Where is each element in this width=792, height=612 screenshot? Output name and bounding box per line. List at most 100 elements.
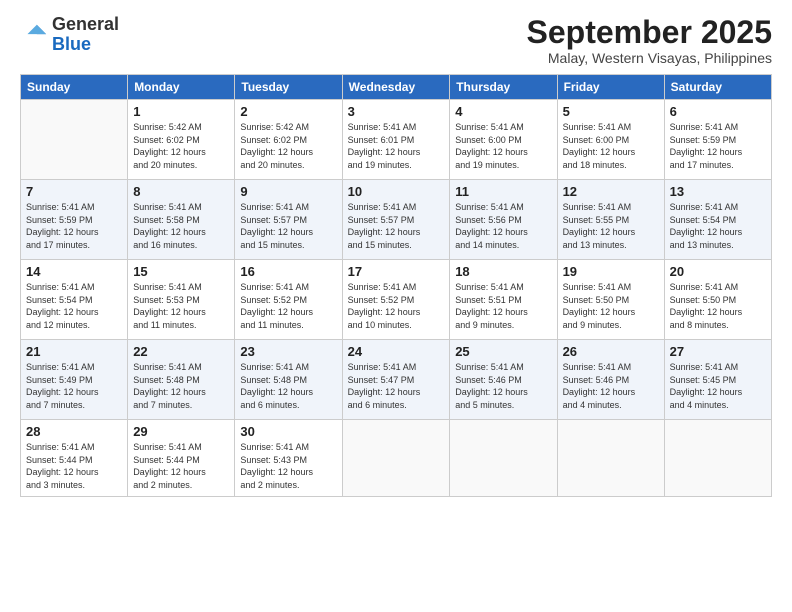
day-number: 17 bbox=[348, 264, 445, 279]
table-row: 19 Sunrise: 5:41 AM Sunset: 5:50 PM Dayli… bbox=[557, 260, 664, 340]
calendar-week-row: 21 Sunrise: 5:41 AM Sunset: 5:49 PM Dayli… bbox=[21, 340, 772, 420]
day-number: 12 bbox=[563, 184, 659, 199]
day-info: Sunrise: 5:41 AM Sunset: 5:50 PM Dayligh… bbox=[563, 281, 659, 331]
day-info: Sunrise: 5:41 AM Sunset: 5:44 PM Dayligh… bbox=[133, 441, 229, 491]
logo: General Blue bbox=[20, 15, 119, 55]
day-info: Sunrise: 5:41 AM Sunset: 6:01 PM Dayligh… bbox=[348, 121, 445, 171]
day-number: 10 bbox=[348, 184, 445, 199]
day-info: Sunrise: 5:41 AM Sunset: 5:46 PM Dayligh… bbox=[563, 361, 659, 411]
day-number: 4 bbox=[455, 104, 551, 119]
day-number: 1 bbox=[133, 104, 229, 119]
table-row: 4 Sunrise: 5:41 AM Sunset: 6:00 PM Daylig… bbox=[450, 100, 557, 180]
table-row: 11 Sunrise: 5:41 AM Sunset: 5:56 PM Dayli… bbox=[450, 180, 557, 260]
col-saturday: Saturday bbox=[664, 75, 771, 100]
table-row: 27 Sunrise: 5:41 AM Sunset: 5:45 PM Dayli… bbox=[664, 340, 771, 420]
day-number: 21 bbox=[26, 344, 122, 359]
day-info: Sunrise: 5:41 AM Sunset: 5:44 PM Dayligh… bbox=[26, 441, 122, 491]
table-row: 20 Sunrise: 5:41 AM Sunset: 5:50 PM Dayli… bbox=[664, 260, 771, 340]
table-row bbox=[342, 420, 450, 496]
table-row: 14Sunrise: 5:41 AM Sunset: 5:54 PM Dayli… bbox=[21, 260, 128, 340]
table-row: 8 Sunrise: 5:41 AM Sunset: 5:58 PM Daylig… bbox=[128, 180, 235, 260]
logo-icon bbox=[20, 21, 48, 49]
day-info: Sunrise: 5:41 AM Sunset: 5:59 PM Dayligh… bbox=[670, 121, 766, 171]
day-number: 18 bbox=[455, 264, 551, 279]
day-number: 27 bbox=[670, 344, 766, 359]
day-info: Sunrise: 5:42 AM Sunset: 6:02 PM Dayligh… bbox=[133, 121, 229, 171]
day-info: Sunrise: 5:41 AM Sunset: 5:54 PM Dayligh… bbox=[670, 201, 766, 251]
table-row: 25Sunrise: 5:41 AM Sunset: 5:46 PM Dayli… bbox=[450, 340, 557, 420]
day-number: 2 bbox=[240, 104, 336, 119]
day-info: Sunrise: 5:41 AM Sunset: 6:00 PM Dayligh… bbox=[455, 121, 551, 171]
table-row: 16Sunrise: 5:41 AM Sunset: 5:52 PM Dayli… bbox=[235, 260, 342, 340]
day-number: 7 bbox=[26, 184, 122, 199]
table-row: 29 Sunrise: 5:41 AM Sunset: 5:44 PM Dayli… bbox=[128, 420, 235, 496]
day-number: 15 bbox=[133, 264, 229, 279]
day-info: Sunrise: 5:41 AM Sunset: 5:59 PM Dayligh… bbox=[26, 201, 122, 251]
day-number: 20 bbox=[670, 264, 766, 279]
calendar-table: Sunday Monday Tuesday Wednesday Thursday… bbox=[20, 74, 772, 496]
day-number: 19 bbox=[563, 264, 659, 279]
month-title: September 2025 bbox=[527, 15, 772, 50]
day-info: Sunrise: 5:41 AM Sunset: 5:48 PM Dayligh… bbox=[133, 361, 229, 411]
calendar-week-row: 28Sunrise: 5:41 AM Sunset: 5:44 PM Dayli… bbox=[21, 420, 772, 496]
table-row: 6 Sunrise: 5:41 AM Sunset: 5:59 PM Daylig… bbox=[664, 100, 771, 180]
day-info: Sunrise: 5:41 AM Sunset: 5:46 PM Dayligh… bbox=[455, 361, 551, 411]
table-row: 7 Sunrise: 5:41 AM Sunset: 5:59 PM Daylig… bbox=[21, 180, 128, 260]
day-number: 30 bbox=[240, 424, 336, 439]
day-info: Sunrise: 5:41 AM Sunset: 5:50 PM Dayligh… bbox=[670, 281, 766, 331]
calendar-week-row: 14Sunrise: 5:41 AM Sunset: 5:54 PM Dayli… bbox=[21, 260, 772, 340]
day-info: Sunrise: 5:41 AM Sunset: 5:45 PM Dayligh… bbox=[670, 361, 766, 411]
table-row: 24Sunrise: 5:41 AM Sunset: 5:47 PM Dayli… bbox=[342, 340, 450, 420]
day-info: Sunrise: 5:41 AM Sunset: 5:52 PM Dayligh… bbox=[240, 281, 336, 331]
day-info: Sunrise: 5:41 AM Sunset: 5:57 PM Dayligh… bbox=[240, 201, 336, 251]
col-thursday: Thursday bbox=[450, 75, 557, 100]
day-info: Sunrise: 5:41 AM Sunset: 5:47 PM Dayligh… bbox=[348, 361, 445, 411]
day-number: 6 bbox=[670, 104, 766, 119]
day-info: Sunrise: 5:41 AM Sunset: 5:53 PM Dayligh… bbox=[133, 281, 229, 331]
table-row: 3 Sunrise: 5:41 AM Sunset: 6:01 PM Daylig… bbox=[342, 100, 450, 180]
table-row: 30Sunrise: 5:41 AM Sunset: 5:43 PM Dayli… bbox=[235, 420, 342, 496]
day-info: Sunrise: 5:41 AM Sunset: 5:55 PM Dayligh… bbox=[563, 201, 659, 251]
calendar-week-row: 1 Sunrise: 5:42 AM Sunset: 6:02 PM Daylig… bbox=[21, 100, 772, 180]
title-block: September 2025 Malay, Western Visayas, P… bbox=[527, 15, 772, 66]
col-tuesday: Tuesday bbox=[235, 75, 342, 100]
table-row: 17 Sunrise: 5:41 AM Sunset: 5:52 PM Dayli… bbox=[342, 260, 450, 340]
table-row: 15 Sunrise: 5:41 AM Sunset: 5:53 PM Dayli… bbox=[128, 260, 235, 340]
day-number: 9 bbox=[240, 184, 336, 199]
table-row bbox=[450, 420, 557, 496]
day-number: 3 bbox=[348, 104, 445, 119]
day-number: 26 bbox=[563, 344, 659, 359]
table-row: 2 Sunrise: 5:42 AM Sunset: 6:02 PM Daylig… bbox=[235, 100, 342, 180]
table-row: 5 Sunrise: 5:41 AM Sunset: 6:00 PM Daylig… bbox=[557, 100, 664, 180]
table-row: 1 Sunrise: 5:42 AM Sunset: 6:02 PM Daylig… bbox=[128, 100, 235, 180]
day-number: 8 bbox=[133, 184, 229, 199]
table-row: 12 Sunrise: 5:41 AM Sunset: 5:55 PM Dayli… bbox=[557, 180, 664, 260]
col-friday: Friday bbox=[557, 75, 664, 100]
day-number: 14 bbox=[26, 264, 122, 279]
day-info: Sunrise: 5:41 AM Sunset: 6:00 PM Dayligh… bbox=[563, 121, 659, 171]
table-row: 13Sunrise: 5:41 AM Sunset: 5:54 PM Dayli… bbox=[664, 180, 771, 260]
table-row: 9 Sunrise: 5:41 AM Sunset: 5:57 PM Daylig… bbox=[235, 180, 342, 260]
table-row bbox=[557, 420, 664, 496]
day-info: Sunrise: 5:41 AM Sunset: 5:57 PM Dayligh… bbox=[348, 201, 445, 251]
table-row bbox=[21, 100, 128, 180]
day-number: 29 bbox=[133, 424, 229, 439]
day-info: Sunrise: 5:41 AM Sunset: 5:51 PM Dayligh… bbox=[455, 281, 551, 331]
day-info: Sunrise: 5:41 AM Sunset: 5:58 PM Dayligh… bbox=[133, 201, 229, 251]
day-number: 23 bbox=[240, 344, 336, 359]
table-row: 26 Sunrise: 5:41 AM Sunset: 5:46 PM Dayli… bbox=[557, 340, 664, 420]
day-info: Sunrise: 5:41 AM Sunset: 5:52 PM Dayligh… bbox=[348, 281, 445, 331]
location-subtitle: Malay, Western Visayas, Philippines bbox=[527, 50, 772, 66]
day-number: 5 bbox=[563, 104, 659, 119]
day-number: 22 bbox=[133, 344, 229, 359]
day-info: Sunrise: 5:41 AM Sunset: 5:56 PM Dayligh… bbox=[455, 201, 551, 251]
col-monday: Monday bbox=[128, 75, 235, 100]
col-wednesday: Wednesday bbox=[342, 75, 450, 100]
day-info: Sunrise: 5:42 AM Sunset: 6:02 PM Dayligh… bbox=[240, 121, 336, 171]
day-info: Sunrise: 5:41 AM Sunset: 5:49 PM Dayligh… bbox=[26, 361, 122, 411]
table-row: 18 Sunrise: 5:41 AM Sunset: 5:51 PM Dayli… bbox=[450, 260, 557, 340]
day-info: Sunrise: 5:41 AM Sunset: 5:48 PM Dayligh… bbox=[240, 361, 336, 411]
table-row: 21 Sunrise: 5:41 AM Sunset: 5:49 PM Dayli… bbox=[21, 340, 128, 420]
day-number: 11 bbox=[455, 184, 551, 199]
calendar-week-row: 7 Sunrise: 5:41 AM Sunset: 5:59 PM Daylig… bbox=[21, 180, 772, 260]
